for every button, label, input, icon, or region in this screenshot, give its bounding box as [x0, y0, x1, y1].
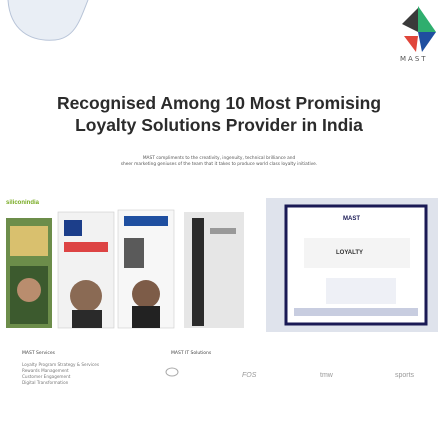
client-logo-icon	[165, 367, 179, 377]
headline-line-1: Recognised Among 10 Most Promising	[56, 93, 382, 113]
logo-wordmark: MAST	[400, 55, 428, 63]
page-headline: Recognised Among 10 Most Promising Loyal…	[0, 92, 438, 136]
banner-curve	[0, 0, 150, 41]
services-item[interactable]: Digital Transformation	[22, 380, 99, 386]
services-list: Loyalty Program Strategy & Services Rewa…	[22, 362, 99, 386]
client-logo-tmw: tmw	[320, 372, 333, 379]
magazine-label: siliconindia	[6, 200, 40, 206]
award-photo-left: siliconindia	[0, 198, 248, 332]
certificate-sub-label: LOYALTY	[336, 250, 364, 256]
tagline: MAST compliments to the creativity, inge…	[10, 156, 428, 168]
client-logo-sports: sports	[395, 372, 415, 379]
client-logo-fos: FOS	[242, 372, 257, 379]
headline-line-2: Loyalty Solutions Provider in India	[75, 115, 363, 135]
award-photo-right: MAST LOYALTY	[266, 198, 438, 332]
certificate-label: MAST	[343, 216, 360, 222]
it-solutions-heading[interactable]: MAST IT Solutions	[171, 351, 211, 356]
tagline-line-2: sheer marketing geniuses of the team tha…	[120, 162, 318, 167]
award-magazines-image	[0, 198, 248, 332]
services-heading[interactable]: MAST Services	[22, 351, 55, 356]
